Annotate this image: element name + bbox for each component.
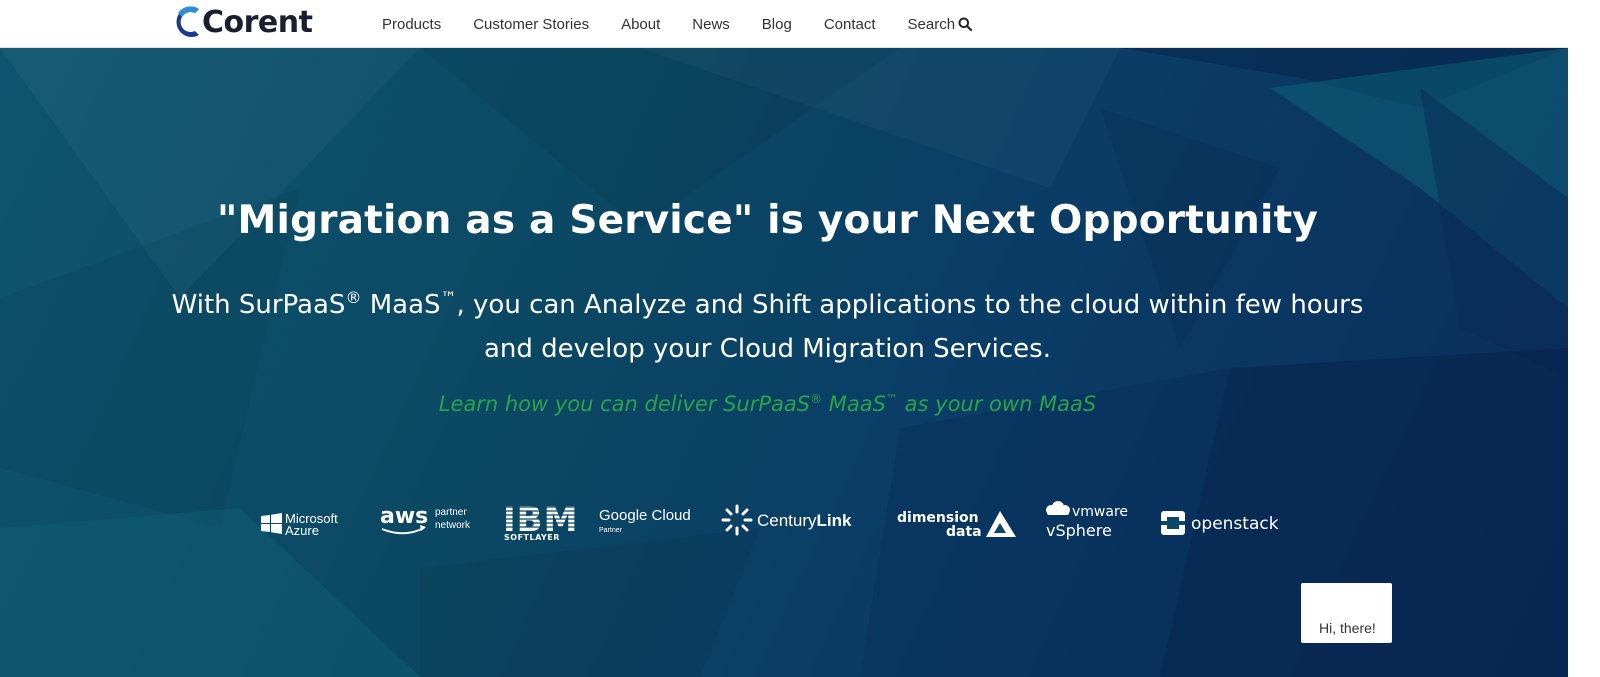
sub-text-3: , you can Analyze and Shift applications… xyxy=(456,290,1364,364)
svg-text:CenturyLink: CenturyLink xyxy=(757,511,852,530)
google-cloud-wordmark: Google Cloud xyxy=(599,507,691,524)
partner-logos: Microsoft Azure aws partner network IBM … xyxy=(258,498,1288,548)
cta-trademark-mark: ™ xyxy=(885,392,898,406)
trademark-mark: ™ xyxy=(440,288,457,307)
hero-banner: "Migration as a Service" is your Next Op… xyxy=(0,48,1568,677)
aws-line-1: partner xyxy=(435,507,467,518)
ibm-sub: SOFTLAYER xyxy=(504,533,560,542)
nav-customer-stories[interactable]: Customer Stories xyxy=(473,16,589,33)
dimension-line-2: data xyxy=(946,524,982,540)
registered-mark: ® xyxy=(345,288,362,307)
aws-wordmark: aws xyxy=(380,504,428,529)
top-nav-bar: Corent Products Customer Stories About N… xyxy=(0,0,1568,48)
azure-line-2: Azure xyxy=(285,523,319,538)
centurylink-name-2: Link xyxy=(817,511,852,530)
openstack-wordmark: openstack xyxy=(1191,514,1279,534)
ibm-softlayer-logo: IBM SOFTLAYER xyxy=(502,500,578,542)
dimension-data-logo: dimension data xyxy=(897,510,1016,540)
vmware-line-1: vmware xyxy=(1072,504,1128,520)
nav-products[interactable]: Products xyxy=(382,16,441,33)
cta-text-3: as your own MaaS xyxy=(897,392,1097,416)
openstack-square-icon xyxy=(1161,511,1185,535)
vmware-vsphere-logo: vmware vSphere xyxy=(1046,501,1128,540)
google-sub: Partner xyxy=(599,527,623,534)
corent-logo-mark-icon xyxy=(176,6,199,38)
hero-subheadline: With SurPaaS® MaaS™, you can Analyze and… xyxy=(170,276,1365,371)
nav-about[interactable]: About xyxy=(621,16,660,33)
hero-headline: "Migration as a Service" is your Next Op… xyxy=(217,198,1318,243)
nav-news[interactable]: News xyxy=(692,16,730,33)
vmware-cloud-icon xyxy=(1046,501,1070,515)
google-cloud-partner-logo: Google Cloud Partner xyxy=(599,507,691,534)
openstack-logo: openstack xyxy=(1161,511,1279,535)
learn-maas-link[interactable]: Learn how you can deliver SurPaaS® MaaS™… xyxy=(0,392,1535,416)
windows-icon xyxy=(261,513,282,534)
dimension-triangle-icon xyxy=(986,511,1016,537)
sub-text-2: MaaS xyxy=(361,290,441,320)
chat-widget-bubble[interactable]: Hi, there! xyxy=(1301,583,1392,643)
centurylink-name-1: Century xyxy=(757,511,817,530)
sub-text-1: With SurPaaS xyxy=(171,290,346,320)
microsoft-azure-logo: Microsoft Azure xyxy=(261,511,338,538)
search-icon xyxy=(958,17,973,31)
aws-partner-network-logo: aws partner network xyxy=(380,504,471,535)
vmware-line-2: vSphere xyxy=(1046,521,1112,540)
main-nav: Products Customer Stories About News Blo… xyxy=(382,0,973,48)
nav-search[interactable]: Search xyxy=(908,16,973,33)
logo-wordmark: Corent xyxy=(202,4,313,40)
aws-line-2: network xyxy=(435,520,471,531)
centurylink-logo: CenturyLink xyxy=(721,504,852,536)
corent-logo[interactable]: Corent xyxy=(172,2,313,42)
nav-contact[interactable]: Contact xyxy=(824,16,876,33)
cta-text-1: Learn how you can deliver SurPaaS xyxy=(438,392,811,416)
centurylink-burst-icon xyxy=(721,504,753,536)
nav-blog[interactable]: Blog xyxy=(762,16,792,33)
chat-greeting: Hi, there! xyxy=(1319,620,1376,636)
page-scrollbar[interactable] xyxy=(1568,0,1600,677)
cta-text-2: MaaS xyxy=(822,392,886,416)
nav-search-label: Search xyxy=(907,15,956,33)
cta-registered-mark: ® xyxy=(810,392,823,406)
